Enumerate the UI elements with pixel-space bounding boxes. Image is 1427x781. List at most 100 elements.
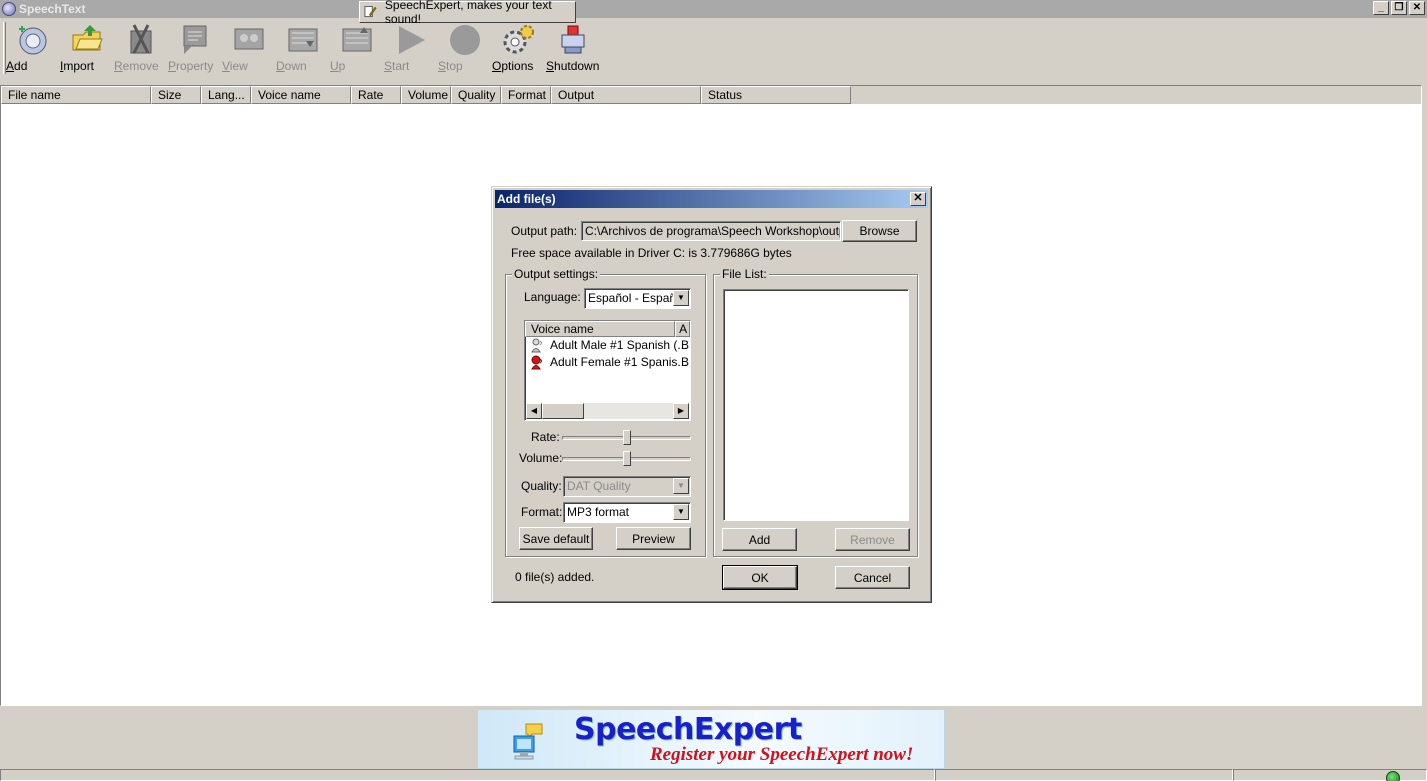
file-list-label: File List: xyxy=(720,267,769,281)
add-files-dialog: Add file(s) ✕ Output path: C:\Archivos d… xyxy=(491,186,932,603)
window-controls: _ ❐ ✕ xyxy=(1373,1,1425,15)
quality-select: DAT Quality ▼ xyxy=(563,476,691,497)
status-bar xyxy=(0,769,1427,781)
voice-name-column[interactable]: Voice name xyxy=(525,321,676,337)
voice-extra-column[interactable]: A xyxy=(675,321,690,337)
chevron-down-icon[interactable]: ▼ xyxy=(673,290,689,306)
column-voice-name[interactable]: Voice name xyxy=(251,86,351,104)
restore-button[interactable]: ❐ xyxy=(1391,1,1407,15)
stop-label: Stop xyxy=(438,59,463,73)
column-file-name[interactable]: File name xyxy=(1,86,151,104)
scroll-thumb[interactable] xyxy=(542,403,584,419)
play-icon xyxy=(394,23,428,57)
start-button: Start xyxy=(384,20,438,76)
register-banner[interactable]: SpeechExpert Register your SpeechExpert … xyxy=(477,709,945,769)
remove-icon xyxy=(124,23,158,57)
column-size[interactable]: Size xyxy=(151,86,201,104)
list-item[interactable]: Adult Male #1 Spanish (... B xyxy=(525,337,690,354)
language-label: Language: xyxy=(524,290,581,304)
add-label: Add xyxy=(6,59,28,73)
list-header: File name Size Lang... Voice name Rate Volume… xyxy=(1,86,1421,104)
list-item[interactable]: Adult Female #1 Spanis... B xyxy=(525,354,690,371)
start-label: Start xyxy=(384,59,410,73)
male-voice-icon xyxy=(531,338,542,353)
scroll-right-icon[interactable]: ▶ xyxy=(673,403,689,419)
shutdown-button[interactable]: Shutdown xyxy=(546,20,600,76)
scroll-left-icon[interactable]: ◀ xyxy=(526,403,542,419)
voice-name: Adult Female #1 Spanis... xyxy=(550,355,688,369)
format-value: MP3 format xyxy=(567,505,630,519)
options-button[interactable]: Options xyxy=(492,20,546,76)
down-label: Down xyxy=(276,59,307,73)
import-button[interactable]: Import xyxy=(60,20,114,76)
tooltip: SpeechExpert, makes your text sound! xyxy=(359,0,576,26)
toolbar: Add Import Remove Property View Down Up Start St… xyxy=(0,20,1427,78)
chevron-down-icon[interactable]: ▼ xyxy=(673,504,689,520)
property-button: Property xyxy=(168,20,222,76)
cancel-button[interactable]: Cancel xyxy=(835,566,910,589)
banner-brand: SpeechExpert xyxy=(574,712,802,747)
up-label: Up xyxy=(330,59,346,73)
add-file-button[interactable]: Add xyxy=(722,528,797,551)
save-default-button[interactable]: Save default xyxy=(519,527,593,550)
close-button[interactable]: ✕ xyxy=(1409,1,1425,15)
down-button: Down xyxy=(276,20,330,76)
column-output[interactable]: Output xyxy=(551,86,701,104)
preview-button[interactable]: Preview xyxy=(616,527,691,550)
column-lang[interactable]: Lang... xyxy=(201,86,251,104)
column-rate[interactable]: Rate xyxy=(351,86,401,104)
gear-icon xyxy=(502,23,536,57)
status-panel-2 xyxy=(935,769,1233,781)
browse-button[interactable]: Browse xyxy=(842,220,917,242)
stop-button: Stop xyxy=(438,20,492,76)
up-button: Up xyxy=(330,20,384,76)
options-label: Options xyxy=(492,59,534,73)
remove-button: Remove xyxy=(114,20,168,76)
column-status[interactable]: Status xyxy=(701,86,851,104)
column-volume[interactable]: Volume xyxy=(401,86,451,104)
output-path-label: Output path: xyxy=(511,224,578,238)
view-label: View xyxy=(222,59,248,73)
format-select[interactable]: MP3 format ▼ xyxy=(563,502,691,523)
column-quality[interactable]: Quality xyxy=(451,86,501,104)
language-value: Español - España xyxy=(588,291,683,305)
shutdown-label: Shutdown xyxy=(546,59,600,73)
files-added-status: 0 file(s) added. xyxy=(515,570,595,584)
voice-extra: B xyxy=(681,355,690,369)
pen-icon xyxy=(364,6,377,18)
tooltip-text: SpeechExpert, makes your text sound! xyxy=(384,0,552,26)
import-label: Import xyxy=(60,59,95,73)
app-icon xyxy=(2,2,16,16)
title-bar: SpeechText _ ❐ ✕ xyxy=(0,0,1427,18)
volume-slider[interactable] xyxy=(622,451,631,466)
column-format[interactable]: Format xyxy=(501,86,551,104)
horizontal-scrollbar[interactable]: ◀ ▶ xyxy=(526,403,689,419)
voice-name: Adult Male #1 Spanish (... xyxy=(550,338,688,352)
dialog-close-button[interactable]: ✕ xyxy=(910,192,926,206)
female-voice-icon xyxy=(531,355,542,370)
banner-slogan: Register your SpeechExpert now! xyxy=(650,744,914,765)
minimize-button[interactable]: _ xyxy=(1373,1,1389,15)
language-select[interactable]: Español - España ▼ xyxy=(584,288,691,309)
add-button[interactable]: Add xyxy=(6,20,60,76)
rate-label: Rate: xyxy=(531,430,560,444)
view-icon xyxy=(232,23,266,57)
remove-file-button: Remove xyxy=(835,528,910,551)
voice-list-header: Voice name A xyxy=(525,321,690,337)
quality-label: Quality: xyxy=(521,479,562,493)
output-settings-label: Output settings: xyxy=(512,267,601,281)
dialog-title-bar: Add file(s) ✕ xyxy=(495,190,928,208)
rate-slider[interactable] xyxy=(622,430,631,445)
computer-speech-icon xyxy=(513,723,543,760)
file-list-box[interactable] xyxy=(723,289,909,521)
status-ok-icon xyxy=(1386,771,1400,781)
voice-list[interactable]: Voice name A Adult Male #1 Spanish (... … xyxy=(524,320,691,421)
property-label: Property xyxy=(168,59,214,73)
output-path-field[interactable]: C:\Archivos de programa\Speech Workshop\… xyxy=(581,221,841,241)
stop-icon xyxy=(448,23,482,57)
remove-label: Remove xyxy=(114,59,159,73)
window-title: SpeechText xyxy=(19,2,86,16)
ok-button[interactable]: OK xyxy=(722,565,798,590)
down-icon xyxy=(286,23,320,57)
property-icon xyxy=(178,23,212,57)
